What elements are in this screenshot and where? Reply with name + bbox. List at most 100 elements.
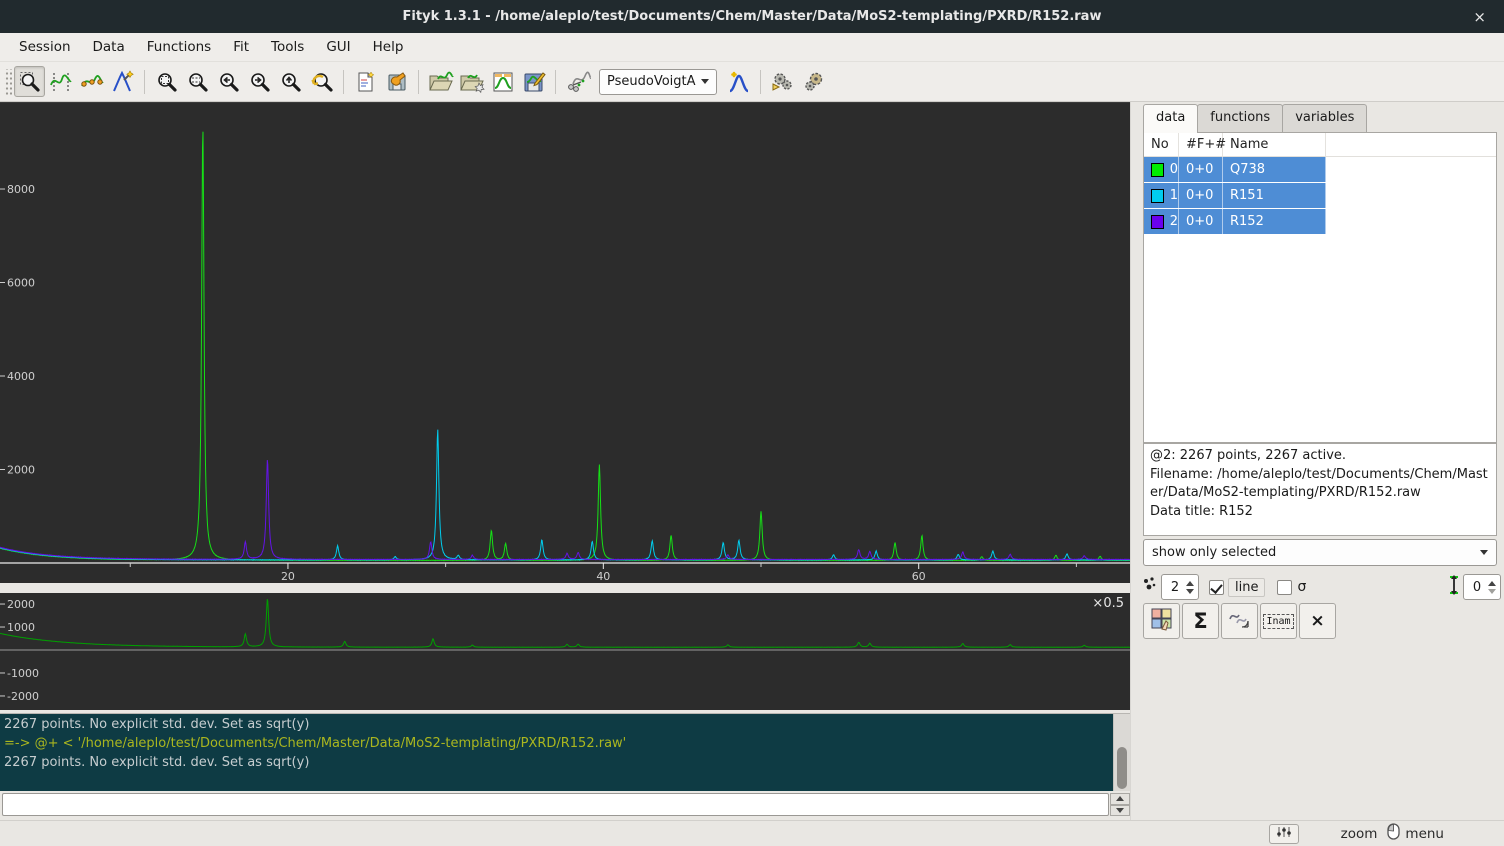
auto-add-peak-button[interactable]	[723, 66, 754, 97]
peak-type-dropdown[interactable]: PseudoVoigtA	[599, 69, 717, 95]
plot-splitter[interactable]	[0, 583, 1130, 593]
dataset-color-swatch	[1151, 163, 1164, 177]
dataset-filter-value: show only selected	[1152, 545, 1480, 560]
dataset-row-r151[interactable]: 1 0+0 R151	[1144, 183, 1326, 208]
output-console: 2267 points. No explicit std. dev. Set a…	[0, 713, 1130, 791]
console-scrollbar[interactable]	[1113, 714, 1130, 791]
zoom-left-button[interactable]	[213, 66, 244, 97]
toolbar-drag-handle[interactable]	[4, 69, 12, 95]
svg-text:60: 60	[912, 570, 926, 583]
background-mode-button[interactable]	[76, 66, 107, 97]
dataset-row-q738[interactable]: 0 0+0 Q738	[1144, 157, 1326, 182]
data-transform-button[interactable]	[562, 66, 593, 97]
data-editor-button[interactable]	[487, 66, 518, 97]
save-data-button[interactable]	[518, 66, 549, 97]
dataset-filter-dropdown[interactable]: show only selected	[1143, 539, 1497, 566]
shift-spinner[interactable]: 0	[1463, 574, 1501, 600]
open-folder-custom-icon	[459, 70, 485, 94]
peak-wand-icon	[111, 70, 135, 94]
zoom-left-icon	[217, 70, 241, 94]
menu-help[interactable]: Help	[362, 35, 415, 59]
window-close-button[interactable]: ×	[1467, 0, 1492, 33]
session-settings-button[interactable]	[381, 66, 412, 97]
menu-fit[interactable]: Fit	[222, 35, 260, 59]
gears-run-icon	[770, 70, 796, 94]
zoom-undo-button[interactable]	[306, 66, 337, 97]
auxiliary-plot-canvas: 20001000-1000-2000	[0, 593, 1130, 710]
dataset-action-buttons: Σ Inam ×	[1143, 603, 1336, 639]
statusbar-config-button[interactable]	[1269, 824, 1299, 844]
mouse-icon	[1387, 823, 1400, 844]
dataset-info-box: @2: 2267 points, 2267 active. Filename: …	[1143, 443, 1497, 536]
add-peak-mode-button[interactable]	[107, 66, 138, 97]
panel-splitter[interactable]	[1130, 102, 1140, 820]
zoom-mode-button[interactable]	[14, 66, 45, 97]
menu-functions[interactable]: Functions	[136, 35, 222, 59]
zoom-up-button[interactable]	[275, 66, 306, 97]
tab-variables[interactable]: variables	[1282, 104, 1367, 133]
sum-button[interactable]: Σ	[1182, 603, 1219, 639]
run-script-button[interactable]	[767, 66, 798, 97]
arrow-up-icon[interactable]	[1186, 581, 1194, 586]
history-down-button[interactable]	[1110, 805, 1130, 817]
session-wrench-icon	[385, 70, 409, 94]
dataset-filename-info: Filename: /home/aleplo/test/Documents/Ch…	[1150, 466, 1490, 503]
arrow-up-icon[interactable]	[1488, 581, 1496, 586]
column-header-no[interactable]: No	[1144, 133, 1179, 156]
console-output[interactable]: 2267 points. No explicit std. dev. Set a…	[0, 714, 1113, 791]
sigma-checkbox[interactable]	[1277, 580, 1292, 595]
point-size-spinner[interactable]: 2	[1161, 574, 1199, 600]
data-table-button[interactable]	[1143, 603, 1180, 639]
zoom-selection-icon	[186, 70, 210, 94]
copy-functions-button[interactable]	[1221, 603, 1258, 639]
scrollbar-thumb[interactable]	[1117, 747, 1127, 789]
history-up-button[interactable]	[1110, 793, 1130, 805]
tab-data[interactable]: data	[1143, 104, 1198, 133]
menu-tools[interactable]: Tools	[260, 35, 315, 59]
auxiliary-plot[interactable]: 20001000-1000-2000 ×0.5	[0, 593, 1130, 710]
tab-functions[interactable]: functions	[1197, 104, 1283, 133]
plot-column: 2040602000400060008000 20001000-1000-200…	[0, 102, 1130, 820]
arrow-down-icon[interactable]	[1186, 589, 1194, 594]
peak-type-value: PseudoVoigtA	[607, 74, 701, 89]
rename-button[interactable]: Inam	[1260, 603, 1297, 639]
table-hand-icon	[1150, 607, 1174, 635]
rename-icon: Inam	[1263, 614, 1293, 629]
dataset-row-r152[interactable]: 2 0+0 R152	[1144, 209, 1326, 234]
column-header-functions[interactable]: #F+#	[1179, 133, 1223, 156]
title-bar: Fityk 1.3.1 - /home/aleplo/test/Document…	[0, 0, 1504, 33]
zoom-undo-icon	[310, 70, 334, 94]
sigma-icon: Σ	[1193, 609, 1207, 633]
console-line: 2267 points. No explicit std. dev. Set a…	[4, 715, 1109, 734]
window-title: Fityk 1.3.1 - /home/aleplo/test/Document…	[403, 9, 1102, 24]
dataset-list: No #F+# Name 0 0+0 Q738 1 0+0 R151 2 0+0…	[1143, 132, 1497, 443]
command-input[interactable]	[2, 793, 1109, 816]
load-data-button[interactable]	[425, 66, 456, 97]
new-document-icon	[354, 70, 378, 94]
transform-curve-icon	[565, 70, 591, 94]
data-range-mode-button[interactable]	[45, 66, 76, 97]
zoom-right-button[interactable]	[244, 66, 275, 97]
main-plot[interactable]: 2040602000400060008000	[0, 102, 1130, 583]
delete-dataset-button[interactable]: ×	[1299, 603, 1336, 639]
menu-gui[interactable]: GUI	[315, 35, 361, 59]
open-folder-icon	[428, 70, 454, 94]
edit-script-button[interactable]	[798, 66, 829, 97]
arrow-up-icon	[1116, 796, 1124, 801]
line-checkbox[interactable]	[1209, 580, 1224, 595]
load-data-custom-button[interactable]	[456, 66, 487, 97]
menu-data[interactable]: Data	[82, 35, 136, 59]
arrow-down-icon[interactable]	[1488, 589, 1496, 594]
zoom-all-button[interactable]	[151, 66, 182, 97]
new-session-button[interactable]	[350, 66, 381, 97]
svg-text:-1000: -1000	[7, 667, 39, 680]
svg-text:2000: 2000	[7, 464, 35, 477]
menu-session[interactable]: Session	[8, 35, 82, 59]
toolbar-separator	[760, 70, 761, 94]
dataset-name: R152	[1223, 209, 1326, 234]
zoom-selection-button[interactable]	[182, 66, 213, 97]
column-header-name[interactable]: Name	[1223, 133, 1326, 156]
dataset-color-swatch	[1151, 215, 1164, 229]
chevron-down-icon	[1480, 550, 1488, 555]
dataset-func-count: 0+0	[1179, 157, 1223, 182]
